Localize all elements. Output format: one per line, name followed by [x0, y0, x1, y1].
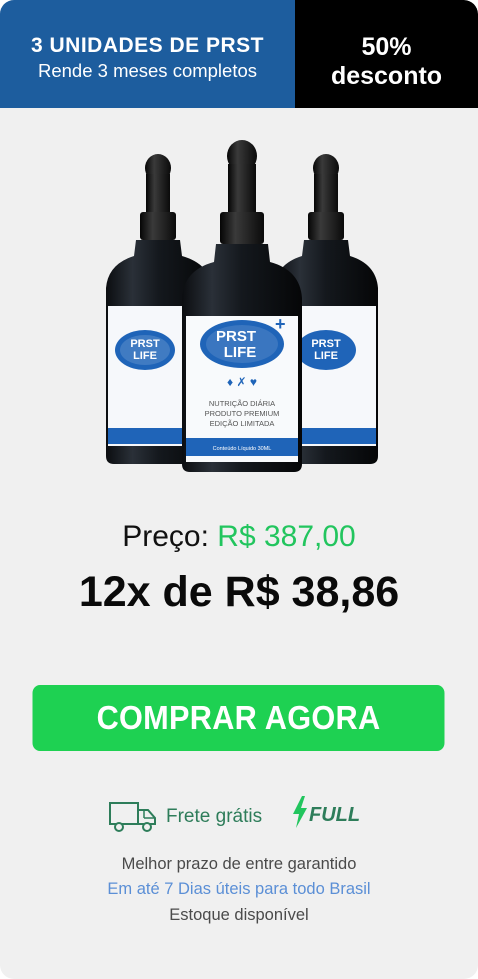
- units-banner: 3 UNIDADES DE PRST Rende 3 meses complet…: [0, 0, 295, 108]
- delivery-time: Em até 7 Dias úteis para todo Brasil: [107, 880, 371, 898]
- bottle-center: PRST LIFE + ♦ ✗ ♥ NUTRIÇÃO DIÁRIA PRODUT…: [182, 140, 302, 472]
- bottle-tag-3: EDIÇÃO LIMITADA: [210, 419, 275, 428]
- discount-percent: 50%: [361, 33, 412, 61]
- offer-card: 3 UNIDADES DE PRST Rende 3 meses complet…: [0, 0, 478, 979]
- discount-badge: 50% desconto: [295, 0, 478, 108]
- price-label: Preço:: [122, 520, 209, 553]
- installments: 12x de R$ 38,86: [78, 568, 400, 616]
- full-badge: FULL: [309, 804, 361, 826]
- offer-header: 3 UNIDADES DE PRST Rende 3 meses complet…: [0, 0, 478, 108]
- truck-icon: [109, 802, 156, 832]
- bottle-center-brand2: LIFE: [224, 344, 257, 361]
- price-value: R$ 387,00: [217, 520, 356, 553]
- free-shipping: Frete grátis FULL: [108, 796, 378, 836]
- units-title: 3 UNIDADES DE PRST: [30, 34, 265, 57]
- delivery-guarantee: Melhor prazo de entre garantido: [121, 855, 357, 873]
- price-line: Preço: R$ 387,00: [0, 520, 478, 554]
- benefit-icons: ♦ ✗ ♥: [227, 375, 257, 389]
- bottle-center-brand1: PRST: [216, 328, 256, 345]
- units-subtitle: Rende 3 meses completos: [37, 60, 258, 81]
- bottle-tag-2: PRODUTO PREMIUM: [205, 409, 280, 418]
- bottle-right-brand1: PRST: [311, 338, 341, 350]
- buy-now-button[interactable]: COMPRAR AGORA: [32, 685, 445, 751]
- product-image: PRST LIFE PRST LIFE PRST LIFE + ♦ ✗ ♥ NU…: [106, 140, 378, 472]
- bottle-left-brand2: LIFE: [133, 350, 157, 362]
- bottle-right-brand2: LIFE: [314, 350, 338, 362]
- bottle-tag-1: NUTRIÇÃO DIÁRIA: [209, 399, 275, 408]
- lightning-icon: [293, 796, 307, 828]
- content-label: Conteúdo Líquido 30ML: [213, 446, 272, 452]
- stock-status: Estoque disponível: [169, 906, 309, 924]
- discount-label: desconto: [330, 62, 443, 90]
- bottle-left-brand1: PRST: [130, 338, 160, 350]
- free-shipping-label: Frete grátis: [166, 806, 263, 827]
- plus-icon: +: [275, 314, 286, 334]
